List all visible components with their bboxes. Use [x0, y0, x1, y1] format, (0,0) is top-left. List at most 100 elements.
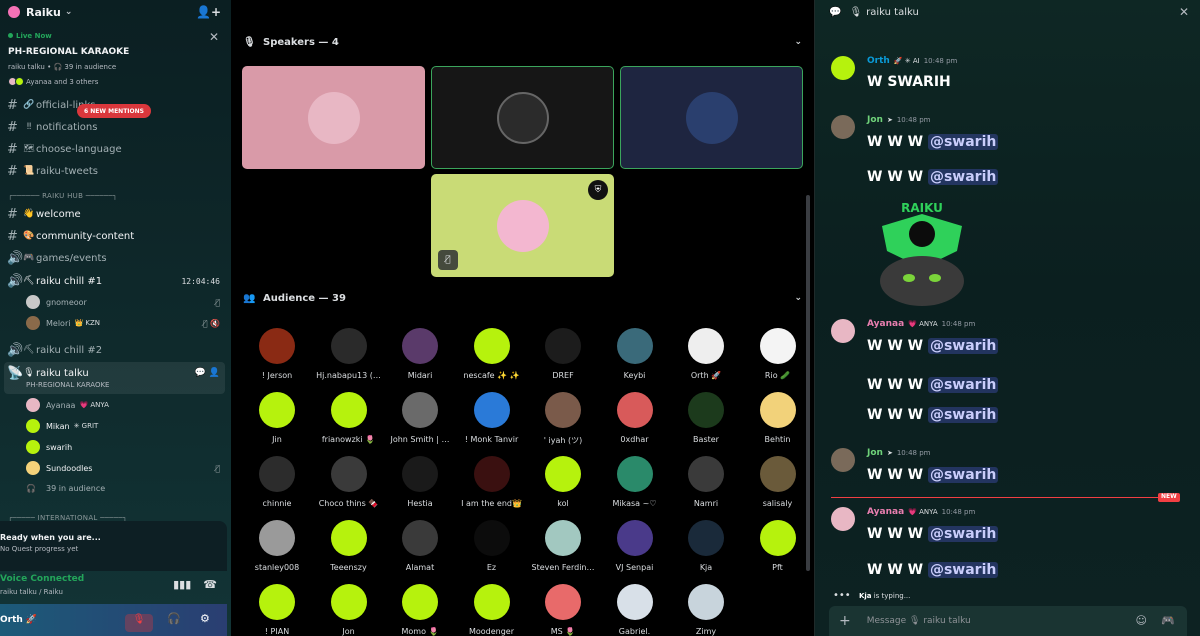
headset-icon[interactable]: 🎧: [167, 612, 181, 625]
text-channel-community-content[interactable]: # 🎨 community-content: [0, 226, 231, 246]
voice-channel-chill-1[interactable]: 🔊 ⛏ raiku chill #1 12:04:46: [0, 271, 231, 291]
user-mention[interactable]: @swarih: [927, 169, 999, 185]
stage-user[interactable]: Sundoodles 🎙̸: [26, 458, 231, 478]
category-raiku-hub[interactable]: ┌────── RAIKU HUB ──────┐: [8, 192, 223, 200]
audience-member[interactable]: VJ Senpai: [600, 520, 670, 572]
user-mention[interactable]: @swarih: [927, 467, 999, 483]
audience-member[interactable]: Midari: [385, 328, 455, 380]
chevron-down-icon[interactable]: ⌄: [794, 37, 802, 47]
audience-member[interactable]: kol: [528, 456, 598, 508]
audience-member[interactable]: I am the end👑: [457, 456, 527, 508]
author-name[interactable]: Ayanaa: [867, 507, 904, 517]
author-name[interactable]: Jon: [867, 115, 883, 125]
audience-member[interactable]: Jin: [242, 392, 312, 444]
close-icon[interactable]: ✕: [1179, 5, 1189, 19]
speaker-tile[interactable]: ⛨ 🎙̸: [431, 174, 614, 277]
add-user-icon[interactable]: 👤+: [196, 5, 221, 19]
mic-muted-icon[interactable]: 🎙: [125, 614, 153, 632]
user-mention[interactable]: @swarih: [927, 407, 999, 423]
speakers-header[interactable]: 🎙 Speakers — 4 ⌄: [243, 33, 808, 51]
audience-member[interactable]: Ez: [457, 520, 527, 572]
scrollbar[interactable]: [806, 195, 810, 571]
audience-member[interactable]: Jon: [314, 584, 384, 636]
audience-member[interactable]: Moodenger: [457, 584, 527, 636]
audience-member[interactable]: Momo 🌷: [385, 584, 455, 636]
audience-member[interactable]: Mikasa ~♡: [600, 456, 670, 508]
emoji-icon[interactable]: ☺: [1136, 614, 1147, 627]
voice-connected-sub[interactable]: raiku talku / Raiku: [0, 588, 63, 596]
server-header[interactable]: Raiku ⌄ 👤+: [0, 0, 231, 24]
user-mention[interactable]: @swarih: [927, 377, 999, 393]
gear-icon[interactable]: ⚙: [200, 612, 210, 625]
text-channel-choose-language[interactable]: # 🗺 choose-language: [0, 139, 231, 159]
author-name[interactable]: Ayanaa: [867, 319, 904, 329]
audience-member[interactable]: MS 🌷: [528, 584, 598, 636]
audience-member[interactable]: 0xdhar: [600, 392, 670, 444]
audience-member[interactable]: ! Monk Tanvir: [457, 392, 527, 444]
author-name[interactable]: Orth: [867, 56, 890, 66]
audience-member[interactable]: ! PIAN: [242, 584, 312, 636]
user-avatar[interactable]: [831, 507, 855, 531]
speaker-tile[interactable]: [620, 66, 803, 169]
stage-user[interactable]: Mikan ✳ GRIT: [26, 416, 231, 436]
audience-member[interactable]: Kja: [671, 520, 741, 572]
message-input[interactable]: + Message 🎙 raiku talku ☺ 🎮: [829, 606, 1187, 636]
voice-channel-chill-2[interactable]: 🔊 ⛏ raiku chill #2: [0, 340, 231, 360]
user-mention[interactable]: @swarih: [927, 562, 999, 578]
user-mention[interactable]: @swarih: [927, 134, 999, 150]
chevron-down-icon[interactable]: ⌄: [794, 293, 802, 303]
disconnect-icon[interactable]: ☎: [203, 578, 217, 591]
stage-user[interactable]: Ayanaa 💗 ANYA: [26, 395, 231, 415]
audience-member[interactable]: ' iyah (ツ): [528, 392, 598, 446]
audience-member[interactable]: John Smith | …: [385, 392, 455, 444]
soundboard-icon[interactable]: ▮▮▮: [173, 578, 191, 591]
audience-member[interactable]: Namri: [671, 456, 741, 508]
stage-channel-label[interactable]: 📡 🎙 raiku talku 💬 👤: [0, 363, 231, 383]
speaker-tile[interactable]: [431, 66, 614, 169]
audience-member[interactable]: chinnie: [242, 456, 312, 508]
audience-member[interactable]: Gabriel.: [600, 584, 670, 636]
author-name[interactable]: Jon: [867, 448, 883, 458]
audience-member[interactable]: stanley008: [242, 520, 312, 572]
text-channel-raiku-tweets[interactable]: # 📜 raiku-tweets: [0, 161, 231, 181]
user-mention[interactable]: @swarih: [927, 526, 999, 542]
text-channel-notifications[interactable]: # ‼ notifications: [0, 117, 231, 137]
stage-user[interactable]: swarih: [26, 437, 231, 457]
speaker-tile[interactable]: [242, 66, 425, 169]
close-icon[interactable]: ✕: [209, 30, 219, 44]
text-channel-games-events[interactable]: 🔊 🎮 games/events: [0, 248, 231, 268]
audience-count[interactable]: 🎧 39 in audience: [26, 478, 231, 498]
new-mentions-badge[interactable]: 6 NEW MENTIONS: [77, 104, 151, 118]
audience-member[interactable]: Hestia: [385, 456, 455, 508]
audience-member[interactable]: frianowzki 🌷: [314, 392, 384, 444]
plus-icon[interactable]: +: [839, 613, 851, 629]
audience-member[interactable]: Pft: [743, 520, 813, 572]
audience-member[interactable]: nescafe ✨ ✨: [457, 328, 527, 380]
user-avatar[interactable]: [831, 56, 855, 80]
audience-member[interactable]: Rio 🥒: [743, 328, 813, 380]
game-icon[interactable]: 🎮: [1161, 614, 1175, 627]
voice-user[interactable]: Melori 👑 KZN 🎙̸ 🔇: [26, 313, 231, 333]
audience-member[interactable]: Alamat: [385, 520, 455, 572]
audience-member[interactable]: Keybi: [600, 328, 670, 380]
user-avatar[interactable]: [831, 319, 855, 343]
audience-member[interactable]: Zimy: [671, 584, 741, 636]
audience-member[interactable]: Behtin: [743, 392, 813, 444]
audience-member[interactable]: Teeenszy: [314, 520, 384, 572]
audience-member[interactable]: Baster: [671, 392, 741, 444]
audience-member[interactable]: Orth 🚀: [671, 328, 741, 380]
user-avatar[interactable]: [831, 115, 855, 139]
audience-member[interactable]: DREF: [528, 328, 598, 380]
audience-member[interactable]: Steven Ferdin…: [528, 520, 598, 572]
chat-bubble-icon[interactable]: 💬 👤: [195, 368, 220, 378]
user-avatar[interactable]: [831, 448, 855, 472]
voice-user[interactable]: gnomeoor 🎙̸: [26, 292, 231, 312]
live-now-banner[interactable]: Live Now ✕ PH-REGIONAL KARAOKE raiku tal…: [0, 28, 231, 96]
username[interactable]: Orth 🚀: [0, 615, 37, 625]
audience-member[interactable]: Hj.nabapu13 (…: [314, 328, 384, 380]
audience-member[interactable]: salisaly: [743, 456, 813, 508]
text-channel-welcome[interactable]: # 👋 welcome: [0, 204, 231, 224]
quest-panel[interactable]: Ready when you are... No Quest progress …: [0, 521, 227, 571]
audience-member[interactable]: ! Jerson: [242, 328, 312, 380]
user-mention[interactable]: @swarih: [927, 338, 999, 354]
